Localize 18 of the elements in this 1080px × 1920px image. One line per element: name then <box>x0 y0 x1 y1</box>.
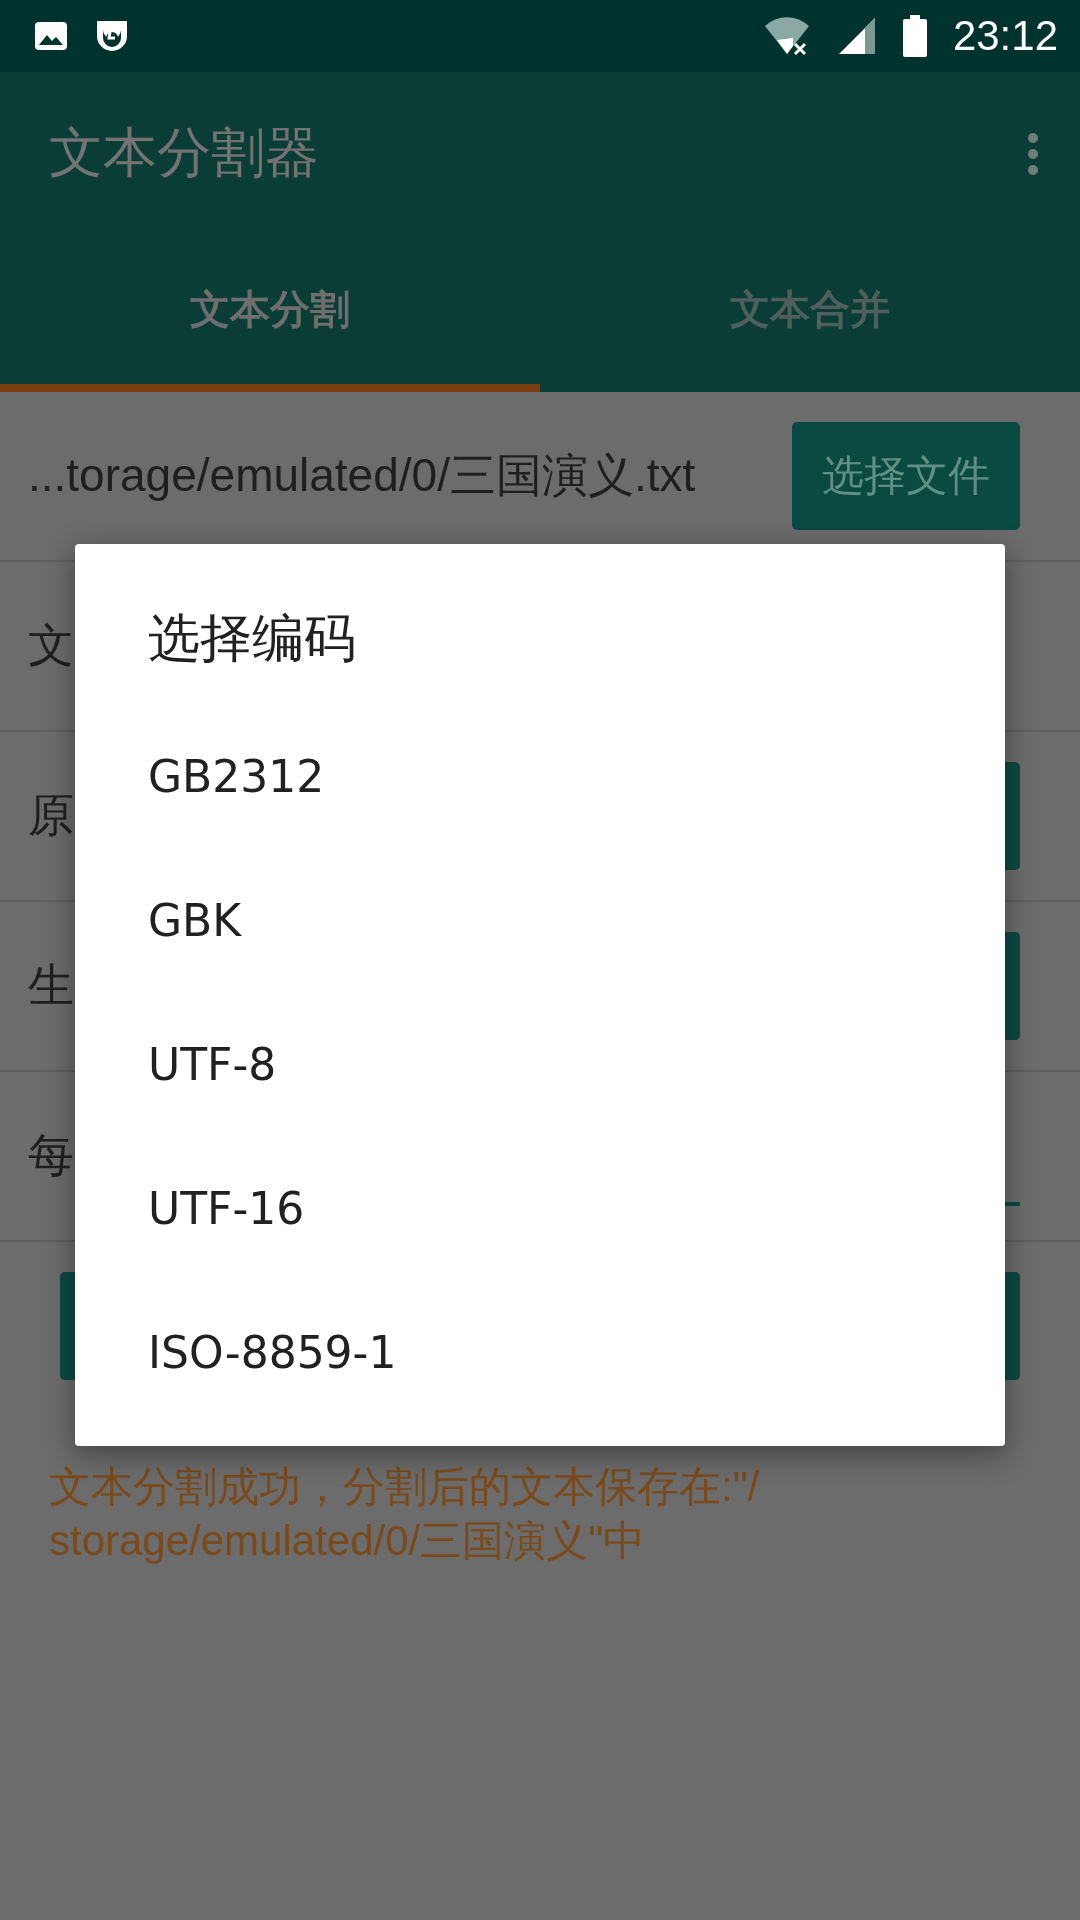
status-time: 23:12 <box>952 12 1058 60</box>
file-path: ...torage/emulated/0/三国演义.txt <box>28 448 696 503</box>
result-message: 文本分割成功，分割后的文本保存在:"/ storage/emulated/0/三国演义"中 <box>49 1462 761 1566</box>
wifi-off-icon <box>762 16 811 56</box>
row-label: 原 <box>28 788 74 843</box>
dialog-title: 选择编码 <box>148 607 356 670</box>
encoding-option[interactable]: GB2312 <box>75 704 1005 848</box>
row-label: 每 <box>28 1128 74 1183</box>
battery-icon <box>902 15 927 57</box>
row-label: 文 <box>28 618 74 673</box>
image-icon <box>34 21 68 51</box>
encoding-option[interactable]: ISO-8859-1 <box>75 1280 1005 1424</box>
app-title: 文本分割器 <box>49 120 320 186</box>
more-menu-icon[interactable] <box>1026 131 1040 176</box>
encoding-option[interactable]: GBK <box>75 848 1005 992</box>
row-label: 生 <box>28 958 74 1013</box>
encoding-option[interactable]: UTF-16 <box>75 1136 1005 1280</box>
encoding-option[interactable]: UTF-8 <box>75 992 1005 1136</box>
